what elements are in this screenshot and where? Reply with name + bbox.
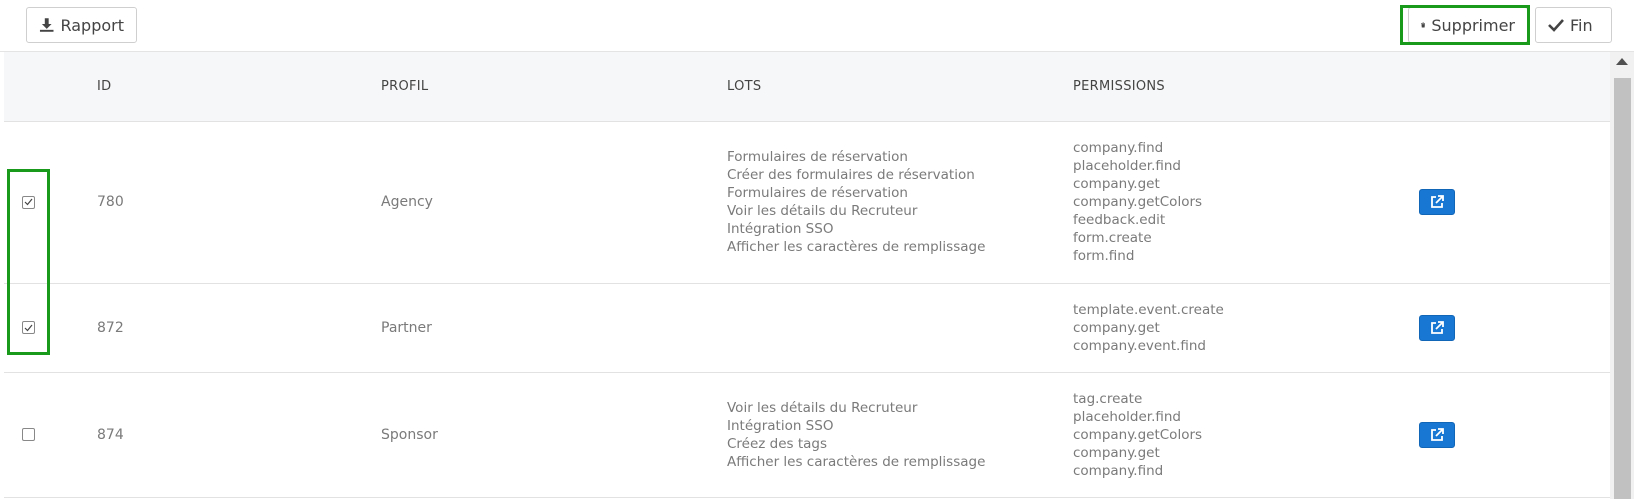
row-permissions: company.find placeholder.find company.ge… (1073, 121, 1419, 284)
edit-button[interactable] (1419, 189, 1455, 215)
permission-item: company.getColors (1073, 194, 1203, 210)
lot-item: Créer des formulaires de réservation (727, 167, 975, 183)
report-button[interactable]: Rapport (26, 7, 137, 43)
header-profil: PROFIL (381, 52, 727, 122)
lot-item: Voir les détails du Recruteur (727, 399, 918, 416)
lot-item: Intégration SSO (727, 417, 834, 434)
row-profil: Sponsor (381, 372, 727, 498)
permission-item: company.event.find (1073, 337, 1206, 354)
header-lots: LOTS (727, 52, 1073, 122)
check-icon (1548, 19, 1564, 32)
lot-item: Créez des tags (727, 435, 828, 452)
edit-button[interactable] (1419, 314, 1455, 341)
permission-item: company.get (1073, 444, 1160, 461)
lot-item: Formulaires de réservation (727, 185, 908, 201)
permission-item: template.event.create (1073, 301, 1224, 318)
permission-item: company.get (1073, 319, 1160, 336)
row-checkbox[interactable] (22, 428, 35, 441)
row-id: 872 (97, 283, 381, 373)
edit-button[interactable] (1419, 421, 1455, 448)
row-checkbox[interactable] (22, 195, 35, 209)
lot-item: Intégration SSO (727, 221, 834, 237)
external-link-icon (1431, 320, 1444, 334)
row-profil: Partner (381, 283, 727, 373)
toolbar: Rapport Supprimer Fin (0, 0, 1634, 52)
row-profil: Agency (381, 121, 727, 284)
row-checkbox[interactable] (22, 321, 35, 334)
report-label: Rapport (60, 15, 124, 35)
permission-item: company.find (1073, 140, 1164, 156)
external-link-icon (1431, 195, 1444, 208)
scroll-up-arrow-icon[interactable] (1616, 58, 1628, 65)
header-select (4, 52, 97, 122)
permission-item: tag.create (1073, 390, 1143, 407)
table-row: 874 Sponsor Voir les détails du Recruteu… (4, 372, 1610, 498)
lot-item: Voir les détails du Recruteur (727, 203, 918, 219)
lot-item: Afficher les caractères de remplissage (727, 453, 986, 470)
permission-item: placeholder.find (1073, 408, 1181, 425)
permission-item: feedback.edit (1073, 212, 1166, 228)
row-id: 874 (97, 372, 381, 498)
permission-item: form.find (1073, 248, 1135, 264)
table-row: 780 Agency Formulaires de réservation Cr… (4, 121, 1610, 284)
permission-item: company.getColors (1073, 426, 1203, 443)
checkmark-icon (24, 324, 33, 331)
vertical-scrollbar[interactable] (1610, 52, 1634, 499)
permission-item: placeholder.find (1073, 158, 1181, 174)
scroll-thumb[interactable] (1614, 78, 1631, 499)
header-actions (1419, 52, 1610, 122)
permission-item: company.get (1073, 176, 1160, 192)
row-lots: Voir les détails du Recruteur Intégratio… (727, 372, 1073, 498)
row-permissions: tag.create placeholder.find company.getC… (1073, 372, 1419, 498)
header-id: ID (97, 52, 381, 122)
table-header-row: ID PROFIL LOTS PERMISSIONS (4, 52, 1610, 122)
permission-item: company.find (1073, 462, 1164, 479)
row-permissions: template.event.create company.get compan… (1073, 283, 1419, 373)
download-icon (39, 18, 54, 32)
finish-button[interactable]: Fin (1535, 7, 1612, 43)
table-row: 872 Partner template.event.create compan… (4, 283, 1610, 373)
permission-item: form.create (1073, 230, 1152, 246)
trash-icon (1421, 22, 1426, 28)
delete-button[interactable]: Supprimer (1408, 7, 1528, 43)
row-id: 780 (97, 121, 381, 284)
permissions-table: ID PROFIL LOTS PERMISSIONS 780 Agency Fo… (4, 52, 1610, 498)
lot-item: Formulaires de réservation (727, 149, 908, 165)
permissions-table-container: ID PROFIL LOTS PERMISSIONS 780 Agency Fo… (4, 52, 1610, 499)
header-permissions: PERMISSIONS (1073, 52, 1419, 122)
external-link-icon (1431, 427, 1444, 441)
delete-label: Supprimer (1431, 15, 1515, 35)
row-lots (727, 283, 1073, 373)
finish-label: Fin (1570, 15, 1593, 35)
row-lots: Formulaires de réservation Créer des for… (727, 121, 1073, 284)
lot-item: Afficher les caractères de remplissage (727, 239, 986, 255)
checkmark-icon (24, 198, 33, 206)
